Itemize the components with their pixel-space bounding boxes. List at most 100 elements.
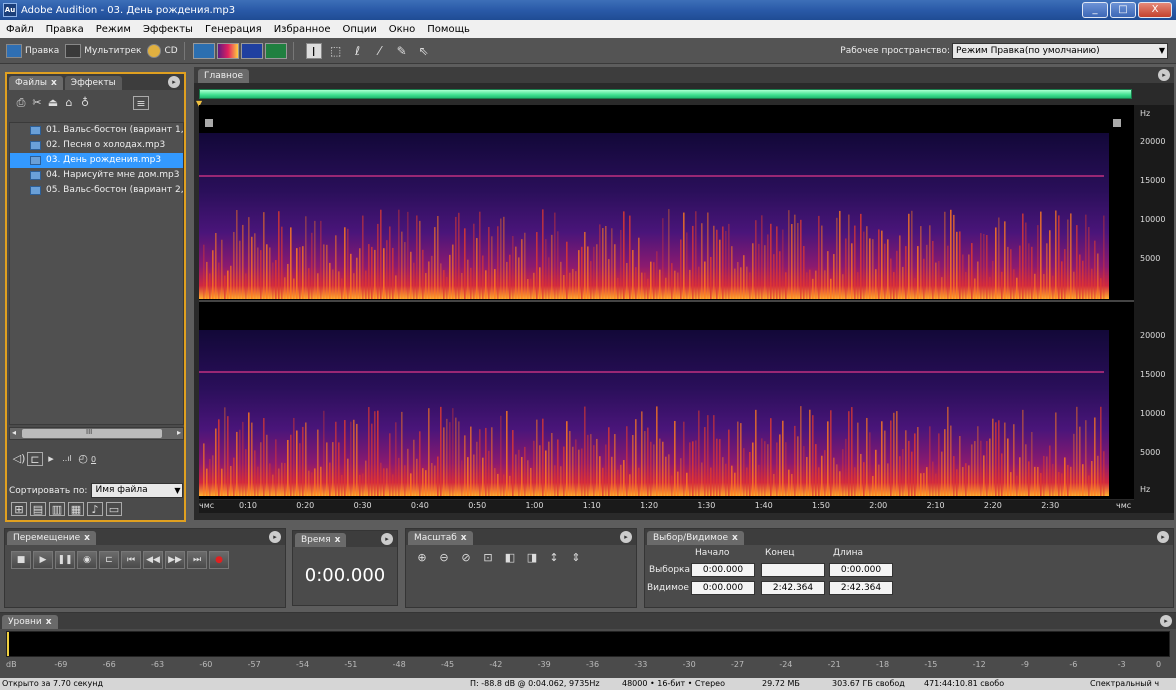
lasso-tool-icon[interactable]: ℓ [350,43,366,59]
insert-multitrack-icon[interactable]: ⏏ [45,96,61,110]
view-midi-icon[interactable]: ♪ [87,502,103,516]
edit-file-icon[interactable]: ♁ [77,96,93,110]
phase-view-icon[interactable] [264,42,287,59]
import-file-icon[interactable]: ⎙ [13,96,29,110]
menu-mode[interactable]: Режим [90,24,137,35]
view-start-field[interactable]: 0:00.000 [691,581,755,595]
view-loop-icon[interactable]: ▥ [49,502,65,516]
selection-end-field[interactable] [761,563,825,577]
zoom-corner-icon[interactable] [205,119,213,127]
file-item[interactable]: 05. Вальс-бостон (вариант 2, ф [10,183,183,198]
tab-main[interactable]: Главное [198,69,249,83]
view-video-icon[interactable]: ▦ [68,502,84,516]
menu-favorites[interactable]: Избранное [268,24,337,35]
menu-generate[interactable]: Генерация [199,24,268,35]
close-icon[interactable]: x [461,533,467,543]
spectrogram-display[interactable] [199,105,1134,499]
tab-zoom[interactable]: Масштаб x [408,531,473,545]
close-file-icon[interactable]: ✂ [29,96,45,110]
multitrack-mode-button[interactable]: Мультитрек [65,43,141,58]
brush-tool-icon[interactable]: ⁄ [372,43,388,59]
file-item[interactable]: 04. Нарисуйте мне дом.mp3 [10,168,183,183]
close-icon[interactable]: x [732,533,738,543]
panel-menu-icon[interactable]: ▸ [620,531,632,543]
file-item[interactable]: 02. Песня о холодах.mp3 [10,138,183,153]
menu-options[interactable]: Опции [336,24,382,35]
view-length-field[interactable]: 2:42.364 [829,581,893,595]
view-all-icon[interactable]: ⊞ [11,502,27,516]
zoom-out-full-icon[interactable]: ⊘ [458,551,474,565]
hybrid-tool-icon[interactable]: ⇖ [416,43,432,59]
maximize-button[interactable]: □ [1110,2,1136,18]
insert-cd-icon[interactable]: ⌂ [61,96,77,110]
marquee-tool-icon[interactable]: ⬚ [328,43,344,59]
fast-forward-button[interactable]: ▶▶ [165,551,185,569]
zoom-selection-icon[interactable]: ⊡ [480,551,496,565]
sort-select[interactable]: Имя файла ▼ [91,483,184,498]
pause-button[interactable]: ❚❚ [55,551,75,569]
minimize-button[interactable]: _ [1082,2,1108,18]
go-to-end-button[interactable]: ⏭ [187,551,207,569]
close-icon[interactable]: x [84,533,90,543]
close-icon[interactable]: x [335,535,341,545]
panel-menu-icon[interactable]: ▸ [269,531,281,543]
zoom-in-vertical-icon[interactable]: ↕ [546,551,562,565]
scroll-left-icon[interactable]: ◂ [12,428,16,437]
spectral-view-icon[interactable] [216,42,239,59]
panel-menu-icon[interactable]: ▸ [1157,531,1169,543]
file-item-selected[interactable]: 03. День рождения.mp3 [10,153,183,168]
close-button[interactable]: X [1138,2,1172,18]
tab-time[interactable]: Время x [295,533,347,547]
zoom-in-horizontal-icon[interactable]: ⊕ [414,551,430,565]
zoom-right-edge-icon[interactable]: ◨ [524,551,540,565]
close-icon[interactable]: x [46,617,52,627]
menu-help[interactable]: Помощь [421,24,476,35]
menu-edit[interactable]: Правка [40,24,90,35]
stop-button[interactable]: ■ [11,551,31,569]
file-item[interactable]: 01. Вальс-бостон (вариант 1, в [10,123,183,138]
volume-icon[interactable]: ..ıl [59,452,75,466]
selection-start-field[interactable]: 0:00.000 [691,563,755,577]
options-icon[interactable]: ≡ [133,96,149,110]
play-from-cursor-button[interactable]: ◉ [77,551,97,569]
scroll-right-icon[interactable]: ▸ [177,428,181,437]
selection-length-field[interactable]: 0:00.000 [829,563,893,577]
tab-selection-view[interactable]: Выбор/Видимое x [647,531,744,545]
waveform-view-icon[interactable] [192,42,215,59]
tab-effects[interactable]: Эффекты [64,76,122,90]
loop-icon[interactable]: ⊏ [27,452,43,466]
zoom-corner-icon[interactable] [1113,119,1121,127]
panel-menu-icon[interactable]: ▸ [381,533,393,545]
view-audio-icon[interactable]: ▤ [30,502,46,516]
pan-view-icon[interactable] [240,42,263,59]
zoom-left-edge-icon[interactable]: ◧ [502,551,518,565]
spot-healing-tool-icon[interactable]: ✎ [394,43,410,59]
panel-menu-icon[interactable]: ▸ [168,76,180,88]
tab-levels[interactable]: Уровни x [2,615,58,629]
tab-files[interactable]: Файлы x [9,76,63,90]
tab-transport[interactable]: Перемещение x [7,531,96,545]
menu-file[interactable]: Файл [0,24,40,35]
view-details-icon[interactable]: ▭ [106,502,122,516]
cd-mode-button[interactable]: CD [147,43,178,58]
menu-effects[interactable]: Эффекты [137,24,199,35]
view-end-field[interactable]: 2:42.364 [761,581,825,595]
workspace-select[interactable]: Режим Правка(по умолчанию) ▼ [952,43,1168,59]
overview-bar[interactable] [199,89,1132,99]
volume-knob-icon[interactable]: ◴ [75,452,91,466]
record-button[interactable]: ● [209,551,229,569]
rewind-button[interactable]: ◀◀ [143,551,163,569]
file-list-scrollbar[interactable]: ◂ III ▸ [9,427,184,440]
close-icon[interactable]: x [51,78,57,88]
panel-menu-icon[interactable]: ▸ [1160,615,1172,627]
menu-window[interactable]: Окно [383,24,422,35]
time-selection-tool-icon[interactable]: I [305,42,322,59]
zoom-out-horizontal-icon[interactable]: ⊖ [436,551,452,565]
panel-menu-icon[interactable]: ▸ [1158,69,1170,81]
speaker-icon[interactable]: ◁) [11,452,27,466]
loop-button[interactable]: ⊏ [99,551,119,569]
go-to-start-button[interactable]: ⏮ [121,551,141,569]
play-icon[interactable]: ▸ [43,452,59,466]
play-button[interactable]: ▶ [33,551,53,569]
edit-mode-button[interactable]: Правка [6,43,59,58]
